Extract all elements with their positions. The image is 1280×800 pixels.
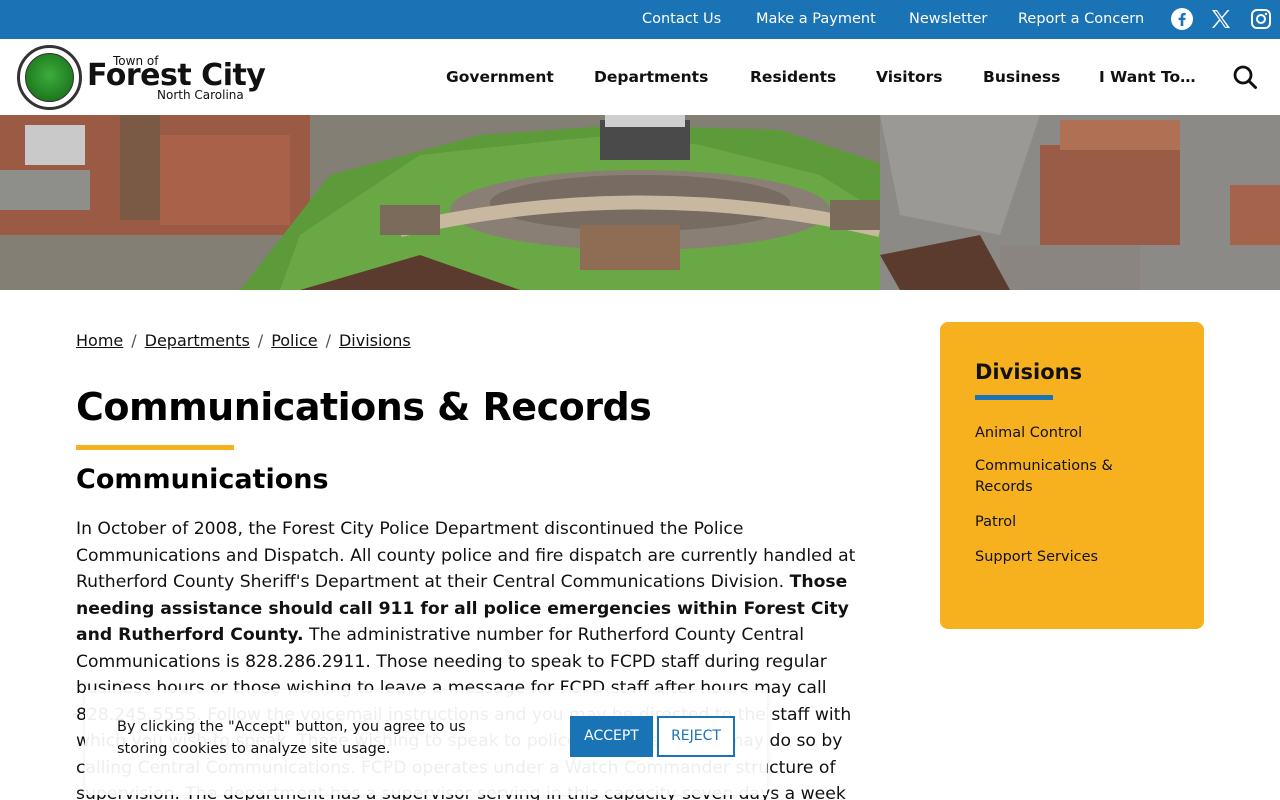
nav-visitors[interactable]: Visitors (876, 68, 943, 86)
report-a-concern-link[interactable]: Report a Concern (1018, 11, 1144, 27)
logo-state: North Carolina (157, 88, 244, 102)
nav-residents[interactable]: Residents (750, 68, 836, 86)
nav-government[interactable]: Government (446, 68, 554, 86)
contact-us-link[interactable]: Contact Us (642, 11, 721, 27)
breadcrumb-separator: / (325, 331, 331, 350)
breadcrumb: Home / Departments / Police / Divisions (76, 331, 411, 350)
hero-aerial-image (0, 115, 1280, 290)
newsletter-link[interactable]: Newsletter (909, 11, 987, 27)
title-underline (76, 445, 234, 450)
site-header: Town of Forest City North Carolina Gover… (0, 39, 1280, 115)
x-icon[interactable] (1210, 8, 1232, 30)
paragraph-intro: In October of 2008, the Forest City Poli… (76, 519, 856, 592)
nav-departments[interactable]: Departments (594, 68, 708, 86)
sidebar-link-support-services[interactable]: Support Services (975, 547, 1165, 568)
town-seal-logo[interactable] (17, 45, 82, 110)
utility-bar: Contact Us Make a Payment Newsletter Rep… (0, 0, 1280, 39)
make-a-payment-link[interactable]: Make a Payment (756, 11, 876, 27)
search-icon[interactable] (1232, 64, 1258, 90)
sidebar-link-animal-control[interactable]: Animal Control (975, 423, 1165, 444)
breadcrumb-home[interactable]: Home (76, 331, 123, 350)
facebook-icon[interactable] (1171, 8, 1193, 30)
sidebar-link-communications-records[interactable]: Communications & Records (975, 456, 1165, 498)
nav-i-want-to[interactable]: I Want To… (1099, 68, 1196, 86)
breadcrumb-police[interactable]: Police (271, 331, 317, 350)
cookie-message: By clicking the "Accept" button, you agr… (117, 719, 466, 757)
section-heading: Communications (76, 464, 329, 495)
sidebar-link-patrol[interactable]: Patrol (975, 512, 1165, 533)
divisions-sidebar: Divisions Animal Control Communications … (940, 322, 1204, 629)
cookie-consent-banner: By clicking the "Accept" button, you agr… (85, 690, 767, 795)
sidebar-title: Divisions (975, 360, 1083, 384)
breadcrumb-divisions[interactable]: Divisions (339, 331, 411, 350)
reject-cookies-button[interactable]: REJECT (657, 716, 735, 757)
instagram-icon[interactable] (1250, 8, 1272, 30)
breadcrumb-separator: / (131, 331, 137, 350)
page-title: Communications & Records (76, 385, 652, 429)
sidebar-title-underline (975, 395, 1053, 400)
breadcrumb-departments[interactable]: Departments (145, 331, 250, 350)
breadcrumb-separator: / (257, 331, 264, 350)
accept-cookies-button[interactable]: ACCEPT (570, 716, 653, 757)
nav-business[interactable]: Business (983, 68, 1060, 86)
